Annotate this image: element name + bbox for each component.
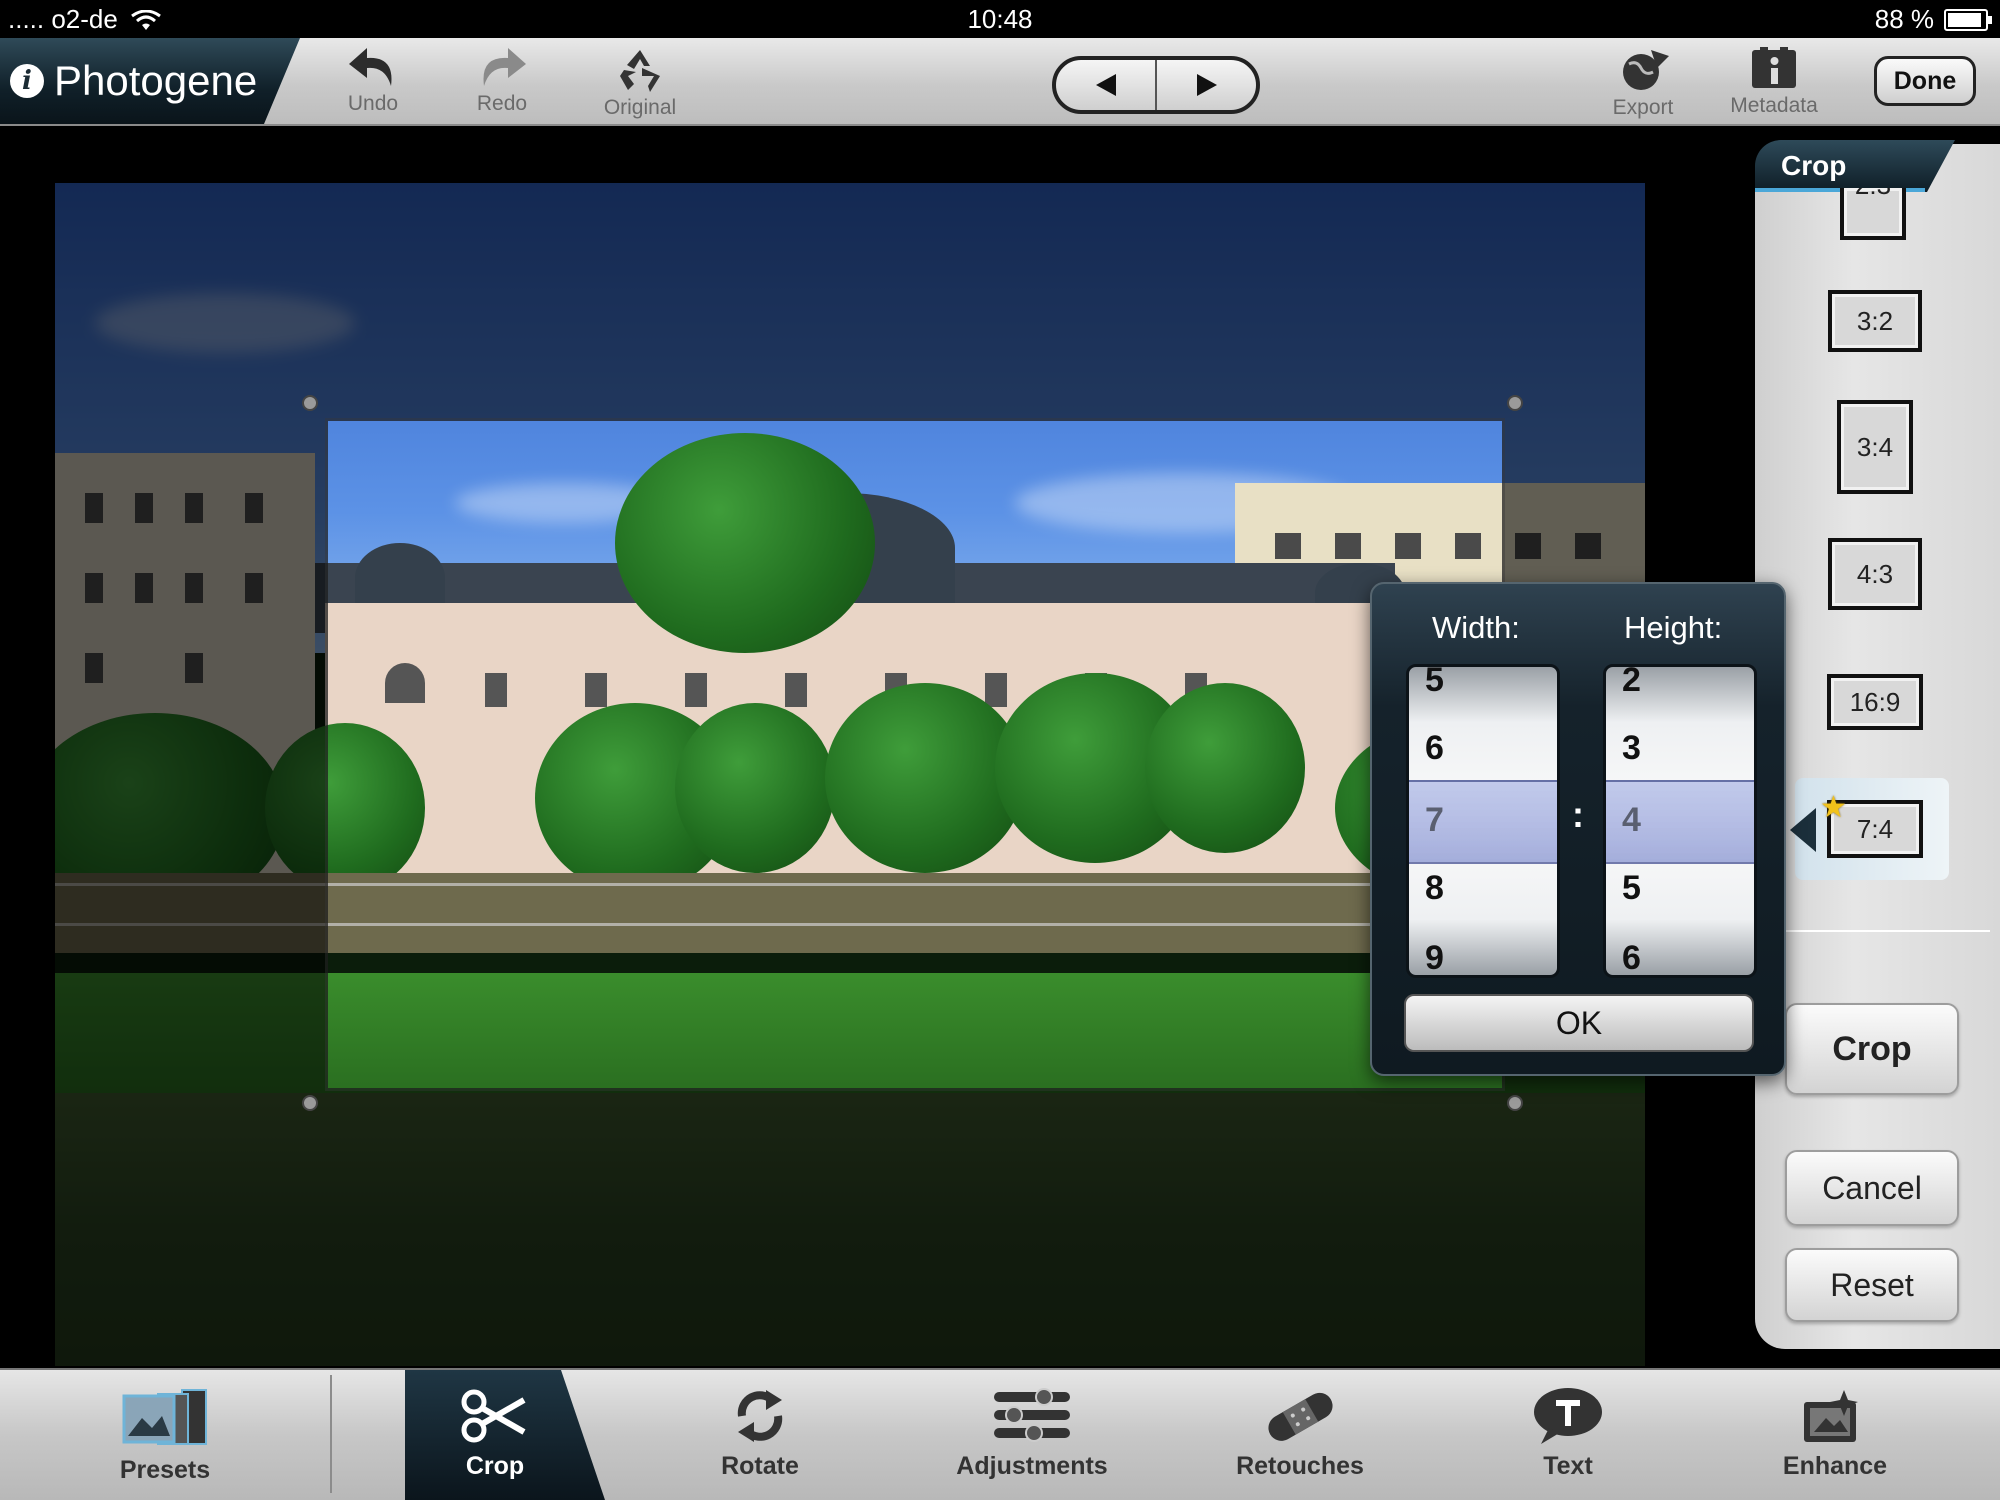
tab-retouches[interactable]: Retouches [1220,1368,1380,1500]
ratio-option-3-2[interactable]: 3:2 [1828,290,1922,352]
ratio-option-2-3[interactable]: 2:3 [1840,188,1906,240]
ratio-option-3-4[interactable]: 3:4 [1837,400,1913,494]
next-photo-button[interactable] [1155,60,1256,110]
speech-bubble-icon [1534,1388,1602,1444]
sliders-icon [994,1388,1070,1442]
panel-divider [1785,930,1990,932]
tab-rotate[interactable]: Rotate [690,1368,830,1500]
tab-retouches-label: Retouches [1236,1452,1364,1480]
height-option-selected[interactable]: 4 [1622,801,1641,840]
width-option[interactable]: 8 [1425,869,1444,908]
redo-button[interactable]: Redo [447,42,557,122]
bandage-icon [1268,1392,1333,1441]
crop-frame[interactable] [325,418,1505,1091]
width-option[interactable]: 9 [1425,939,1444,975]
battery-indicator: 88 % [1874,4,1992,35]
crop-apply-button[interactable]: Crop [1785,1003,1959,1095]
previous-photo-button[interactable] [1056,60,1155,110]
tab-adjustments-label: Adjustments [956,1452,1108,1480]
original-label: Original [603,96,677,119]
app-brand[interactable]: i Photogene [0,38,300,124]
tab-text-label: Text [1543,1452,1593,1480]
ratio-separator: : [1572,794,1584,835]
ratio-label: 3:2 [1856,305,1894,336]
width-option[interactable]: 6 [1425,729,1444,768]
crop-handle-top-right[interactable] [1507,395,1523,411]
ratio-label: 4:3 [1856,558,1894,589]
height-option[interactable]: 6 [1622,939,1641,975]
export-globe-icon [1623,50,1669,90]
info-icon[interactable]: i [10,64,44,98]
ratio-label: 16:9 [1849,686,1901,717]
original-button[interactable]: Original [585,42,695,122]
ok-button[interactable]: OK [1404,994,1754,1052]
width-wheel[interactable]: 5 6 7 8 9 [1406,664,1560,978]
ratio-label: 2:3 [1855,188,1891,201]
height-option[interactable]: 5 [1622,869,1641,908]
rotate-icon [737,1390,783,1442]
crop-handle-top-left[interactable] [302,395,318,411]
crop-handle-bottom-left[interactable] [302,1095,318,1111]
tab-divider [330,1375,332,1493]
export-button[interactable]: Export [1588,42,1698,122]
tab-crop[interactable]: Crop [420,1368,570,1500]
tab-crop-label: Crop [465,1452,525,1480]
undo-icon [349,48,392,86]
crop-panel-title: Crop [1781,150,1847,181]
tab-enhance-label: Enhance [1782,1452,1888,1480]
battery-percent: 88 % [1874,4,1934,34]
top-toolbar: i Photogene Undo Redo Original Export Me… [0,38,2000,126]
done-button[interactable]: Done [1874,56,1976,106]
custom-ratio-picker: Width: Height: 5 6 7 8 9 : 2 3 4 5 6 OK [1370,582,1786,1076]
triangle-left-icon [1095,74,1116,96]
scissors-icon [461,1389,526,1443]
tab-rotate-label: Rotate [721,1452,799,1480]
recycle-icon [620,50,660,92]
crop-panel-tab: Crop [1755,140,1955,192]
crop-handle-bottom-right[interactable] [1507,1095,1523,1111]
enhance-wand-icon [1804,1390,1858,1442]
width-option[interactable]: 5 [1425,667,1444,700]
height-option[interactable]: 3 [1622,729,1641,768]
metadata-label: Metadata [1730,94,1818,117]
ratio-option-4-3[interactable]: 4:3 [1828,538,1922,610]
height-header: Height: [1624,610,1723,645]
ratio-option-16-9[interactable]: 16:9 [1827,674,1923,730]
triangle-right-icon [1196,74,1217,96]
export-label: Export [1612,96,1674,119]
metadata-button[interactable]: Metadata [1718,42,1830,122]
status-bar: ..... o2-de 10:48 88 % [0,0,2000,38]
reset-button[interactable]: Reset [1785,1248,1959,1322]
tab-presets-label: Presets [119,1456,211,1484]
tab-adjustments[interactable]: Adjustments [940,1368,1124,1500]
height-option[interactable]: 2 [1622,667,1641,700]
undo-button[interactable]: Undo [318,42,428,122]
tab-enhance[interactable]: Enhance [1765,1368,1905,1500]
metadata-info-icon [1752,47,1796,88]
ratio-label: 3:4 [1856,431,1894,462]
height-wheel[interactable]: 2 3 4 5 6 [1603,664,1757,978]
redo-icon [483,48,526,86]
undo-label: Undo [347,92,399,115]
tab-presets[interactable]: Presets [95,1368,235,1500]
clock: 10:48 [967,4,1033,34]
tab-text[interactable]: Text [1498,1368,1638,1500]
cancel-button[interactable]: Cancel [1785,1150,1959,1226]
width-option-selected[interactable]: 7 [1425,801,1444,840]
battery-icon [1944,8,1992,31]
selected-ratio-pointer [1790,808,1816,852]
photo-navigation [1052,56,1260,114]
app-name: Photogene [54,57,258,104]
presets-icon [122,1389,207,1445]
favorite-star-icon: ★ [1820,791,1847,824]
width-header: Width: [1432,610,1520,645]
redo-label: Redo [476,92,528,115]
ratio-label: 7:4 [1856,813,1894,844]
